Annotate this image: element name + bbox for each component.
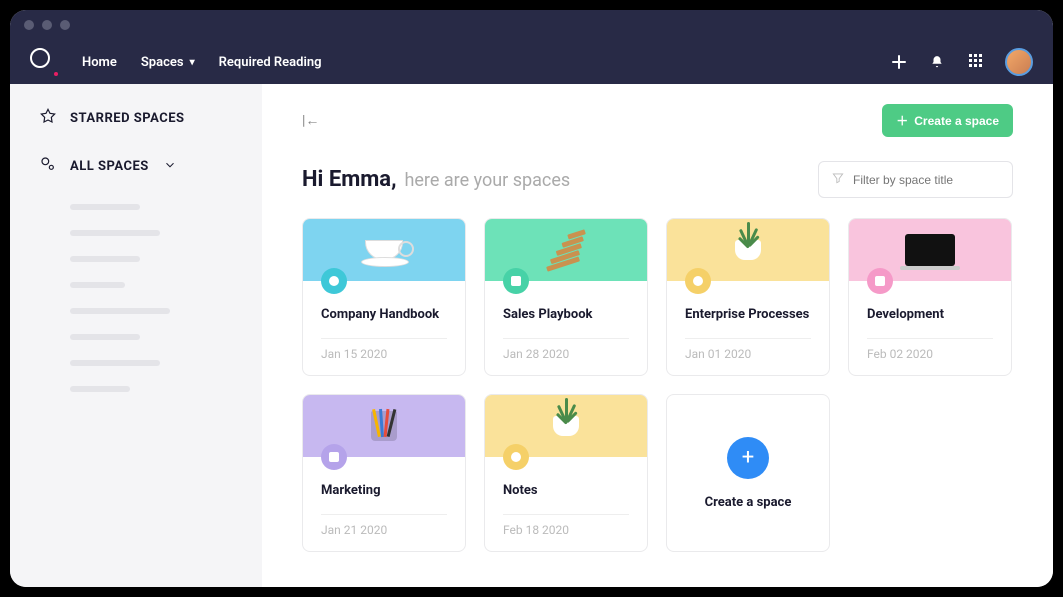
- sidebar: STARRED SPACES ALL SPACES: [10, 84, 262, 587]
- plant-icon: [553, 416, 579, 436]
- create-space-card[interactable]: + Create a space: [666, 394, 830, 552]
- card-date: Jan 21 2020: [321, 523, 447, 537]
- card-date: Feb 02 2020: [867, 347, 993, 361]
- greeting-subtitle: here are your spaces: [404, 170, 570, 191]
- space-card[interactable]: Company Handbook Jan 15 2020: [302, 218, 466, 376]
- card-badge-icon: [685, 268, 711, 294]
- spaces-grid: Company Handbook Jan 15 2020 Sales Playb…: [302, 218, 1013, 552]
- card-badge-icon: [321, 268, 347, 294]
- apps-grid-icon[interactable]: [967, 54, 983, 70]
- card-header: [849, 219, 1011, 281]
- spaces-icon: [40, 156, 56, 176]
- card-header: [667, 219, 829, 281]
- space-card[interactable]: Enterprise Processes Jan 01 2020: [666, 218, 830, 376]
- window-close-dot[interactable]: [24, 20, 34, 30]
- app-logo-icon[interactable]: [30, 48, 58, 76]
- card-title: Development: [867, 307, 993, 322]
- space-card[interactable]: Notes Feb 18 2020: [484, 394, 648, 552]
- card-title: Marketing: [321, 483, 447, 498]
- create-space-card-label: Create a space: [705, 495, 792, 510]
- window-titlebar: [10, 10, 1053, 40]
- laptop-icon: [905, 234, 955, 266]
- main-panel: |← ＋ Create a space Hi Emma, here are yo…: [262, 84, 1053, 587]
- add-icon[interactable]: [891, 54, 907, 70]
- create-space-button[interactable]: ＋ Create a space: [882, 104, 1013, 137]
- window-minimize-dot[interactable]: [42, 20, 52, 30]
- create-space-button-label: Create a space: [914, 114, 999, 128]
- app-window: Home Spaces ▾ Required Reading S: [10, 10, 1053, 587]
- card-badge-icon: [321, 444, 347, 470]
- card-badge-icon: [867, 268, 893, 294]
- card-title: Enterprise Processes: [685, 307, 811, 322]
- space-card[interactable]: Sales Playbook Jan 28 2020: [484, 218, 648, 376]
- window-maximize-dot[interactable]: [60, 20, 70, 30]
- top-navbar: Home Spaces ▾ Required Reading: [10, 40, 1053, 84]
- card-date: Jan 01 2020: [685, 347, 811, 361]
- card-title: Company Handbook: [321, 307, 447, 322]
- main-content: STARRED SPACES ALL SPACES: [10, 84, 1053, 587]
- plant-icon: [735, 240, 761, 260]
- chevron-down-icon: [163, 157, 177, 176]
- card-title: Notes: [503, 483, 629, 498]
- plus-icon: ＋: [896, 112, 908, 129]
- card-header: [485, 219, 647, 281]
- card-badge-icon: [503, 444, 529, 470]
- stairs-icon: [539, 229, 594, 271]
- card-header: [303, 219, 465, 281]
- sidebar-all-spaces[interactable]: ALL SPACES: [40, 156, 232, 176]
- card-header: [485, 395, 647, 457]
- bell-icon[interactable]: [929, 54, 945, 70]
- sidebar-starred[interactable]: STARRED SPACES: [40, 108, 232, 128]
- sidebar-all-label: ALL SPACES: [70, 159, 149, 174]
- card-title: Sales Playbook: [503, 307, 629, 322]
- greeting-text: Hi Emma,: [302, 167, 397, 192]
- nav-required-reading[interactable]: Required Reading: [219, 55, 322, 70]
- coffee-cup-icon: [365, 240, 403, 260]
- filter-icon: [831, 170, 845, 189]
- nav-spaces[interactable]: Spaces ▾: [141, 55, 195, 70]
- card-date: Feb 18 2020: [503, 523, 629, 537]
- star-icon: [40, 108, 56, 128]
- filter-input[interactable]: [853, 173, 1000, 187]
- nav-spaces-label: Spaces: [141, 55, 184, 70]
- card-badge-icon: [503, 268, 529, 294]
- sidebar-placeholder-lines: [40, 204, 232, 392]
- filter-input-wrapper[interactable]: [818, 161, 1013, 198]
- user-avatar[interactable]: [1005, 48, 1033, 76]
- nav-home[interactable]: Home: [82, 55, 117, 70]
- card-header: [303, 395, 465, 457]
- card-date: Jan 15 2020: [321, 347, 447, 361]
- plus-circle-icon: +: [727, 437, 769, 479]
- pencils-icon: [371, 411, 397, 441]
- space-card[interactable]: Marketing Jan 21 2020: [302, 394, 466, 552]
- chevron-down-icon: ▾: [190, 57, 195, 68]
- sidebar-starred-label: STARRED SPACES: [70, 111, 185, 126]
- space-card[interactable]: Development Feb 02 2020: [848, 218, 1012, 376]
- card-date: Jan 28 2020: [503, 347, 629, 361]
- collapse-sidebar-icon[interactable]: |←: [302, 112, 319, 129]
